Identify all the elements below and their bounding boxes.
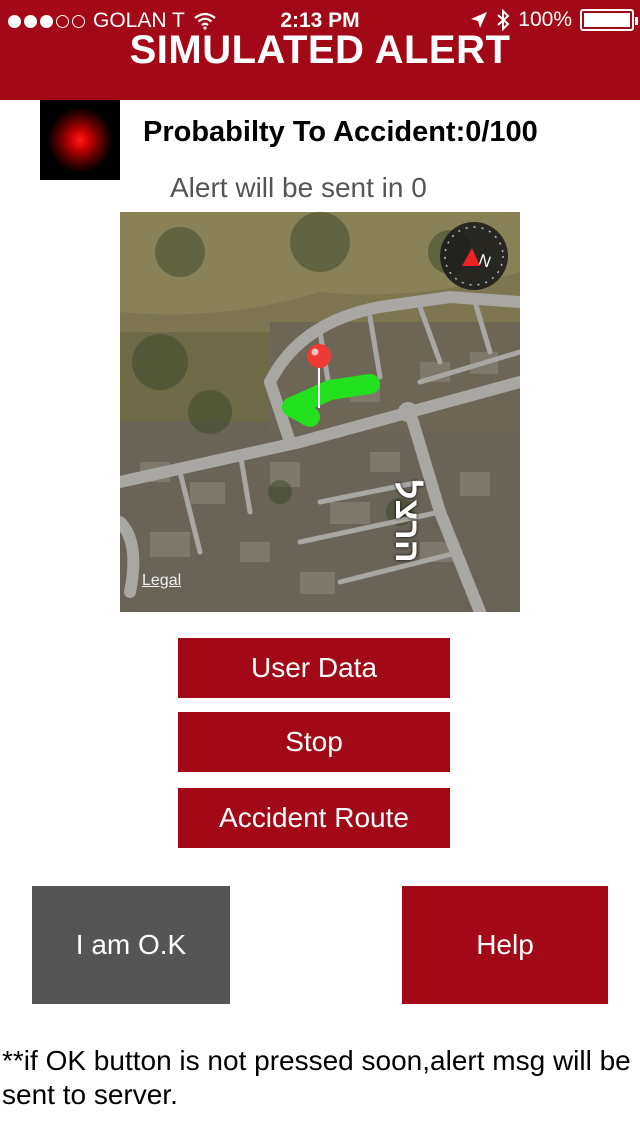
accident-route-button[interactable]: Accident Route: [178, 788, 450, 848]
street-label: הרצל: [388, 480, 426, 563]
accident-probability: Probabilty To Accident:0/100: [143, 116, 538, 148]
page-title: SIMULATED ALERT: [129, 28, 511, 72]
help-button[interactable]: Help: [402, 886, 608, 1004]
map-view[interactable]: N הרצל Legal: [120, 212, 520, 612]
header-bar: GOLAN T 2:13 PM 100% SIMULATED ALERT: [0, 0, 640, 100]
location-arrow-icon: [471, 12, 488, 28]
map-pin-icon[interactable]: [307, 344, 331, 368]
footer-note: **if OK button is not pressed soon,alert…: [2, 1045, 631, 1110]
i-am-ok-button[interactable]: I am O.K: [32, 886, 230, 1004]
user-data-button[interactable]: User Data: [178, 638, 450, 698]
stop-button[interactable]: Stop: [178, 712, 450, 772]
alert-indicator-light: [40, 100, 120, 180]
satellite-map: N: [120, 212, 520, 612]
alert-countdown: Alert will be sent in 0: [170, 172, 427, 203]
legal-link[interactable]: Legal: [142, 572, 181, 590]
compass-icon[interactable]: N: [440, 222, 508, 290]
